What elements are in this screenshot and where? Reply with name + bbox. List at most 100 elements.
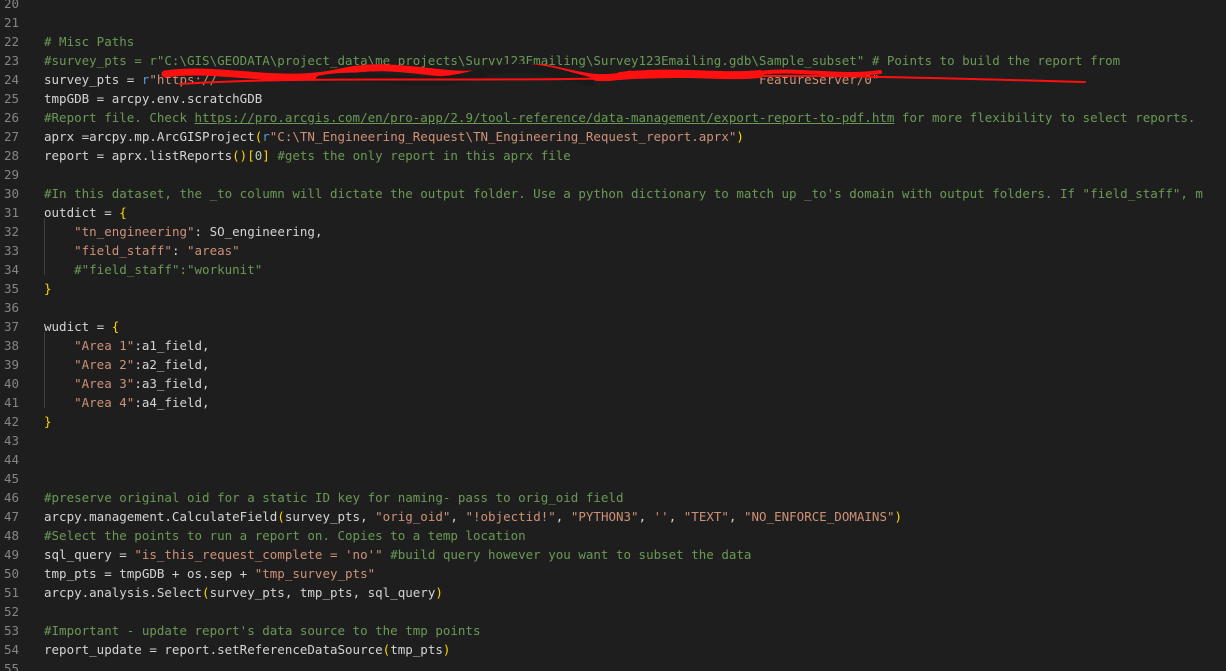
code-line[interactable]: 51 arcpy.analysis.Select(survey_pts, tmp_… xyxy=(0,583,1226,602)
code-token: for more flexibility to select reports. xyxy=(894,110,1196,125)
line-number: 34 xyxy=(3,262,19,277)
code-token: aprx =arcpy.mp.ArcGISProject xyxy=(44,129,255,144)
code-line[interactable]: 31 outdict = { xyxy=(0,203,1226,222)
code-token: "tmp_survey_pts" xyxy=(254,566,376,581)
line-number: 33 xyxy=(3,243,19,258)
code-token: "C:\TN_Engineering_Request\TN_Engineerin… xyxy=(269,129,737,144)
code-token: () xyxy=(232,148,248,163)
code-token: sql_query = xyxy=(44,547,135,562)
code-line[interactable]: 20 xyxy=(0,0,1226,13)
code-token: "PYTHON3" xyxy=(570,509,639,524)
code-token: , xyxy=(638,509,654,524)
code-line[interactable]: 55 xyxy=(0,659,1226,671)
code-token: :a1_field, xyxy=(134,338,210,353)
code-line[interactable]: 45 xyxy=(0,469,1226,488)
code-line[interactable]: 30 #In this dataset, the _to column will … xyxy=(0,184,1226,203)
code-token: , xyxy=(728,509,744,524)
line-number: 27 xyxy=(3,129,19,144)
code-text: arcpy.management.CalculateField(survey_p… xyxy=(44,507,902,526)
line-number: 47 xyxy=(3,509,19,524)
code-line[interactable]: 42} xyxy=(0,412,1226,431)
code-token: # Misc Paths xyxy=(44,34,135,49)
code-line[interactable]: 35} xyxy=(0,279,1226,298)
line-number: 22 xyxy=(3,34,19,49)
code-text: tmp_pts = tmpGDB + os.sep + "tmp_survey_… xyxy=(44,564,375,583)
code-token: "is_this_request_complete = 'no'" xyxy=(134,547,383,562)
line-number: 55 xyxy=(3,661,19,671)
code-token: tmp_pts xyxy=(390,642,443,657)
code-token: :a3_field, xyxy=(134,376,210,391)
code-line[interactable]: 44 xyxy=(0,450,1226,469)
code-token: "Area 3" xyxy=(74,376,135,391)
code-text: #Select the points to run a report on. C… xyxy=(44,526,526,545)
code-token: '' xyxy=(653,509,669,524)
code-token: #In this dataset, the _to column will di… xyxy=(44,186,1203,201)
line-number: 23 xyxy=(3,53,19,68)
code-line[interactable]: 22 # Misc Paths xyxy=(0,32,1226,51)
code-line[interactable]: 27 aprx =arcpy.mp.ArcGISProject(r"C:\TN_E… xyxy=(0,127,1226,146)
code-token: , xyxy=(668,509,684,524)
line-number: 46 xyxy=(3,490,19,505)
code-token: report = aprx.listReports xyxy=(44,148,233,163)
line-number: 53 xyxy=(3,623,19,638)
code-token: #preserve original oid for a static ID k… xyxy=(44,490,624,505)
code-line[interactable]: 33 "field_staff": "areas" xyxy=(0,241,1226,260)
code-text: report = aprx.listReports()[0] #gets the… xyxy=(44,146,571,165)
line-number: 39 xyxy=(3,357,19,372)
line-number: 26 xyxy=(3,110,19,125)
line-number: 40 xyxy=(3,376,19,391)
code-line[interactable]: 47 arcpy.management.CalculateField(survey… xyxy=(0,507,1226,526)
code-token: :a2_field, xyxy=(134,357,210,372)
code-line[interactable]: 21 xyxy=(0,13,1226,32)
code-editor[interactable]: 20 21 22 # Misc Paths 23 #survey_pts = r"C:\G… xyxy=(0,0,1226,671)
code-line[interactable]: 36 xyxy=(0,298,1226,317)
code-line[interactable]: 38 "Area 1":a1_field, xyxy=(0,336,1226,355)
code-token: survey_pts, tmp_pts, sql_query xyxy=(209,585,436,600)
code-line[interactable]: 43 xyxy=(0,431,1226,450)
code-text: "Area 1":a1_field, xyxy=(44,336,210,355)
code-line[interactable]: 53 #Important - update report's data sour… xyxy=(0,621,1226,640)
code-token: outdict = xyxy=(44,205,120,220)
code-line[interactable]: 40 "Area 3":a3_field, xyxy=(0,374,1226,393)
code-token: , xyxy=(450,509,466,524)
code-line[interactable]: 37 wudict = { xyxy=(0,317,1226,336)
code-line[interactable]: 39 "Area 2":a2_field, xyxy=(0,355,1226,374)
code-token: "TEXT" xyxy=(683,509,729,524)
code-text: } xyxy=(44,279,52,298)
code-line[interactable]: 29 xyxy=(0,165,1226,184)
code-token: "!objectid!" xyxy=(465,509,556,524)
code-line[interactable]: 52 xyxy=(0,602,1226,621)
code-token: #build query however you want to subset … xyxy=(382,547,752,562)
code-token: #"field_staff":"workunit" xyxy=(74,262,263,277)
code-text: "Area 4":a4_field, xyxy=(44,393,209,412)
code-token: "Area 1" xyxy=(74,338,135,353)
code-token: #Important - update report's data source… xyxy=(44,623,481,638)
code-line[interactable]: 46 #preserve original oid for a static ID… xyxy=(0,488,1226,507)
code-line[interactable]: 34 #"field_staff":"workunit" xyxy=(0,260,1226,279)
code-token: https://pro.arcgis.com/en/pro-app/2.9/to… xyxy=(194,110,895,125)
code-token: report_update = report.setReferenceDataS… xyxy=(44,642,383,657)
code-text: # Misc Paths xyxy=(44,32,134,51)
code-line[interactable]: 50 tmp_pts = tmpGDB + os.sep + "tmp_surve… xyxy=(0,564,1226,583)
line-number: 25 xyxy=(3,91,19,106)
code-text: outdict = { xyxy=(44,203,127,222)
code-text: #Important - update report's data source… xyxy=(44,621,481,640)
code-line[interactable]: 28 report = aprx.listReports()[0] #gets t… xyxy=(0,146,1226,165)
code-line[interactable]: 48 #Select the points to run a report on.… xyxy=(0,526,1226,545)
line-number: 43 xyxy=(3,433,19,448)
line-number: 54 xyxy=(3,642,19,657)
code-text: wudict = { xyxy=(44,317,119,336)
code-token: { xyxy=(111,319,120,334)
code-line[interactable]: 41 "Area 4":a4_field, xyxy=(0,393,1226,412)
line-number: 32 xyxy=(3,224,19,239)
code-token: } xyxy=(44,414,52,429)
code-line[interactable]: 49 sql_query = "is_this_request_complete … xyxy=(0,545,1226,564)
code-line[interactable]: 54 report_update = report.setReferenceDat… xyxy=(0,640,1226,659)
code-line[interactable]: 32 "tn_engineering": SO_engineering, xyxy=(0,222,1226,241)
code-line[interactable]: 26 #Report file. Check https://pro.arcgis… xyxy=(0,108,1226,127)
code-token: { xyxy=(119,205,127,220)
code-token: arcpy.analysis.Select xyxy=(44,585,203,600)
